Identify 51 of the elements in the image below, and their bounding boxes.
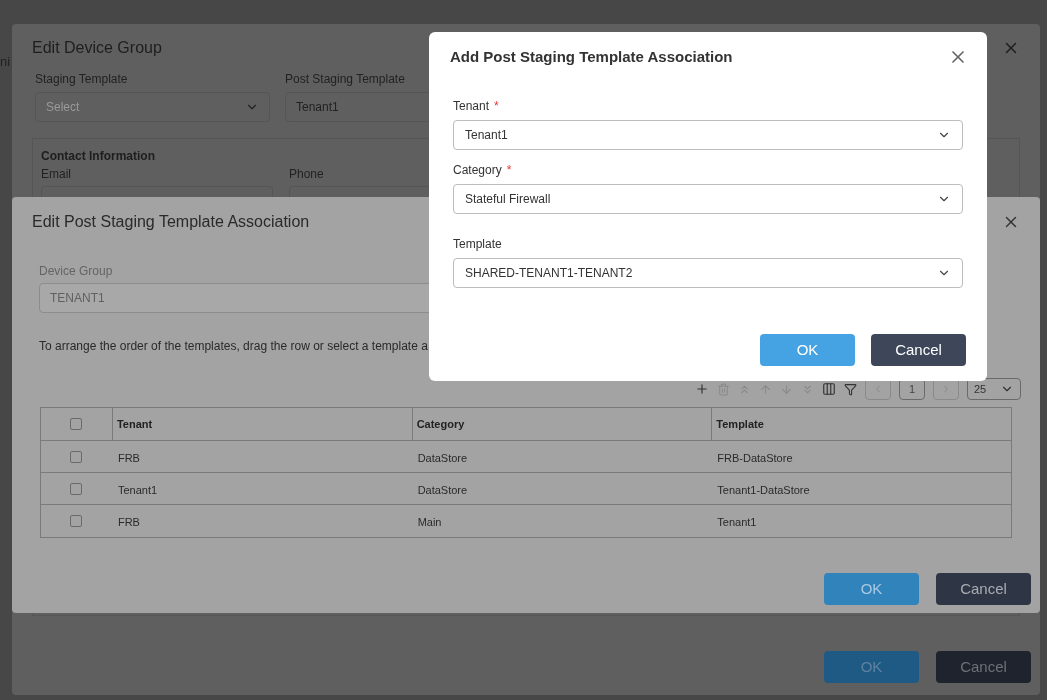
table-cell: DataStore: [417, 483, 468, 496]
field-label: Post Staging Template: [285, 71, 405, 88]
dialog-title: Edit Device Group: [32, 38, 162, 58]
ok-button[interactable]: OK: [760, 334, 855, 366]
dialog-title: Add Post Staging Template Association: [450, 47, 733, 67]
column-header[interactable]: Template: [716, 415, 764, 433]
field-label: Phone: [289, 166, 324, 183]
field-label: Category: [453, 161, 502, 179]
table-cell: Tenant1: [117, 483, 158, 496]
move-down-icon[interactable]: [780, 382, 793, 396]
column-header[interactable]: Tenant: [116, 415, 153, 433]
table-cell: FRB-DataStore: [717, 451, 793, 464]
checkbox[interactable]: [70, 515, 83, 527]
table-cell: DataStore: [417, 451, 468, 464]
page-size-value: 25: [974, 381, 987, 397]
required-marker: *: [494, 97, 499, 115]
field-label: Staging Template: [35, 71, 128, 88]
delete-icon[interactable]: [717, 382, 730, 396]
section-title: Contact Information: [41, 148, 156, 165]
select-field[interactable]: Stateful Firewall: [453, 183, 963, 214]
field-label: Email: [41, 166, 71, 183]
table-cell: FRB: [117, 451, 140, 464]
select-field[interactable]: Tenant1: [453, 119, 963, 150]
cancel-button[interactable]: Cancel: [871, 334, 966, 366]
columns-icon[interactable]: [822, 382, 836, 396]
field-label: Device Group: [39, 263, 113, 280]
add-icon[interactable]: [695, 382, 709, 396]
cancel-button[interactable]: Cancel: [936, 651, 1031, 683]
placeholder-text: Select: [46, 99, 80, 116]
field-value: Tenant1: [465, 126, 508, 144]
move-up-icon[interactable]: [759, 382, 772, 396]
required-marker: *: [506, 161, 512, 179]
cancel-button[interactable]: Cancel: [936, 573, 1031, 605]
checkbox[interactable]: [70, 418, 83, 430]
field-value: Tenant1: [296, 99, 339, 116]
checkbox[interactable]: [70, 482, 83, 495]
field-label: Template: [453, 235, 502, 253]
table-cell: FRB: [117, 516, 140, 528]
dialog-title: Edit Post Staging Template Association: [32, 212, 310, 232]
checkbox[interactable]: [70, 450, 83, 463]
column-header[interactable]: Category: [416, 415, 465, 433]
filter-icon[interactable]: [844, 382, 857, 396]
field-label: Tenant: [453, 97, 490, 115]
table-cell: Tenant1-DataStore: [717, 483, 810, 496]
table-cell: Main: [417, 516, 442, 528]
table-cell: Tenant1: [717, 516, 757, 528]
select-field[interactable]: SHARED-TENANT1-TENANT2: [453, 257, 963, 288]
field-value: TENANT1: [50, 290, 105, 307]
instruction-text: To arrange the order of the templates, drag the row or select a template a: [39, 339, 428, 353]
field-value: SHARED-TENANT1-TENANT2: [465, 264, 633, 282]
field-value: Stateful Firewall: [465, 190, 551, 208]
